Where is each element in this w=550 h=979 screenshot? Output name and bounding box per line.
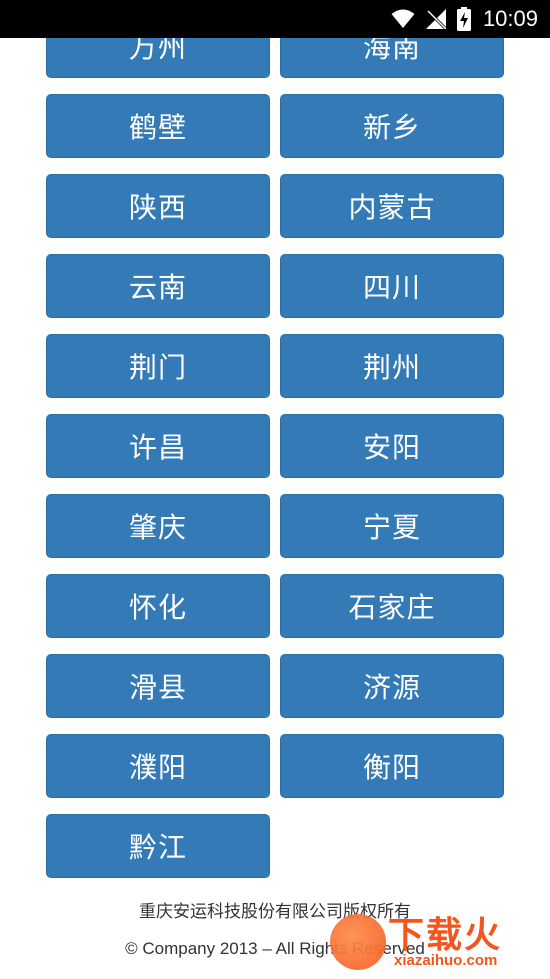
watermark-title: 下载火 — [388, 915, 503, 956]
city-button-huaihua[interactable]: 怀化 — [46, 574, 270, 638]
city-button-puyang[interactable]: 濮阳 — [46, 734, 270, 798]
city-button-hebi[interactable]: 鹤壁 — [46, 94, 270, 158]
city-button-ningxia[interactable]: 宁夏 — [280, 494, 504, 558]
city-button-neimenggu[interactable]: 内蒙古 — [280, 174, 504, 238]
city-grid: 万州 海南 鹤壁 新乡 陕西 内蒙古 云南 四川 荆门 荆州 许昌 安阳 肇庆 … — [46, 14, 504, 878]
city-button-shijiazhuang[interactable]: 石家庄 — [280, 574, 504, 638]
city-button-qianjiang[interactable]: 黔江 — [46, 814, 270, 878]
city-button-huaxian[interactable]: 滑县 — [46, 654, 270, 718]
battery-charging-icon — [456, 7, 471, 31]
city-button-jingmen[interactable]: 荆门 — [46, 334, 270, 398]
flame-icon — [330, 914, 386, 970]
status-bar: 10:09 — [0, 0, 550, 38]
city-button-shaanxi[interactable]: 陕西 — [46, 174, 270, 238]
city-button-hengyang[interactable]: 衡阳 — [280, 734, 504, 798]
city-list-page: 万州 海南 鹤壁 新乡 陕西 内蒙古 云南 四川 荆门 荆州 许昌 安阳 肇庆 … — [0, 0, 550, 979]
city-button-sichuan[interactable]: 四川 — [280, 254, 504, 318]
city-button-yunnan[interactable]: 云南 — [46, 254, 270, 318]
status-icons: 10:09 — [391, 0, 538, 38]
watermark-logo: 下载火 xiazaihuo.com — [326, 904, 542, 976]
city-button-zhaoqing[interactable]: 肇庆 — [46, 494, 270, 558]
city-button-jingzhou[interactable]: 荆州 — [280, 334, 504, 398]
status-clock: 10:09 — [482, 6, 538, 31]
city-button-jiyuan[interactable]: 济源 — [280, 654, 504, 718]
wifi-icon — [391, 9, 415, 29]
city-button-anyang[interactable]: 安阳 — [280, 414, 504, 478]
no-signal-icon — [425, 8, 447, 30]
city-button-xinxiang[interactable]: 新乡 — [280, 94, 504, 158]
watermark-subtitle: xiazaihuo.com — [394, 952, 498, 969]
city-button-xuchang[interactable]: 许昌 — [46, 414, 270, 478]
